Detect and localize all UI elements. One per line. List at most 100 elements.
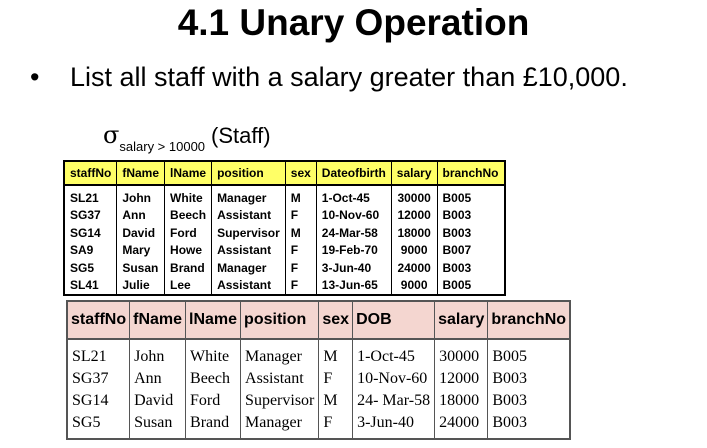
staff-table-cell: F (284, 259, 317, 277)
result-table-cell: 10-Nov-60 (352, 368, 435, 390)
result-table-cell: White (185, 339, 241, 368)
staff-table-header-row: staffNo fName lName position sex Dateofbirth s… (64, 161, 505, 186)
staff-table-row: SG14 David Ford Supervisor M 24-Mar-58 18000 B0… (64, 224, 505, 242)
staff-table-header-cell: position (211, 161, 286, 186)
result-table-cell: 30000 (434, 339, 488, 368)
result-table-cell: David (129, 390, 186, 412)
result-table-cell: B003 (487, 368, 571, 390)
selection-expression: σsalary > 10000 (Staff) (103, 121, 271, 154)
staff-table-cell: B005 (436, 276, 505, 295)
result-table-row: SG37 Ann Beech Assistant F 10-Nov-60 12000 B003 (67, 368, 571, 390)
staff-table-cell: SL21 (70, 190, 99, 205)
staff-table-cell: 24-Mar-58 (315, 224, 392, 242)
staff-table-cell: Assistant (211, 206, 286, 224)
staff-table-cell: 9000 (390, 276, 437, 295)
slide-title: 4.1 Unary Operation (177, 2, 530, 43)
result-table-cell: Manager (240, 412, 319, 439)
staff-table-row: SA9 Mary Howe Assistant F 19-Feb-70 9000 B007 (64, 241, 505, 259)
staff-table-header-cell: branchNo (436, 161, 505, 186)
result-table-cell: Supervisor (240, 390, 319, 412)
staff-table-header-cell: fName (116, 161, 165, 186)
staff-table-row: SG5 Susan Brand Manager F 3-Jun-40 24000 B003 (64, 259, 505, 277)
staff-table-cell: Beech (164, 206, 212, 224)
result-table-row: SG5 Susan Brand Manager F 3-Jun-40 24000 B003 (67, 412, 571, 439)
result-table-cell: Susan (129, 412, 186, 439)
staff-table-header-cell: staffNo (64, 161, 117, 186)
staff-table-cell: Ann (116, 206, 165, 224)
staff-table-cell: Susan (116, 259, 165, 277)
result-table-cell: 12000 (434, 368, 488, 390)
staff-table-cell: 12000 (390, 206, 437, 224)
result-table-cell: M (318, 390, 353, 412)
result-table-header-cell: DOB (352, 300, 436, 340)
bullet-point: • List all staff with a salary greater th… (30, 62, 628, 93)
staff-table-cell: 18000 (390, 224, 437, 242)
result-table-cell: B003 (487, 390, 571, 412)
result-table-header-cell: lName (185, 300, 242, 340)
result-table-cell: SG14 (72, 392, 109, 409)
staff-table-row: SL41 Julie Lee Assistant F 13-Jun-65 9000 B005 (64, 276, 505, 295)
staff-table-cell: SL41 (70, 278, 99, 293)
result-table-cell: F (318, 368, 353, 390)
result-table-cell: M (318, 339, 353, 368)
staff-table-cell: B005 (436, 185, 505, 207)
staff-table-header-cell: salary (390, 161, 437, 186)
staff-table-cell: 24000 (390, 259, 437, 277)
staff-table-cell: B003 (436, 259, 505, 277)
result-table-cell: 1-Oct-45 (352, 339, 435, 368)
result-table-cell: B005 (487, 339, 571, 368)
staff-table-cell: Ford (164, 224, 212, 242)
result-table-cell: SG37 (72, 370, 109, 387)
staff-table-cell: B007 (436, 241, 505, 259)
staff-table-cell: B003 (436, 206, 505, 224)
result-table-cell: Brand (185, 412, 241, 439)
sigma-symbol: σ (103, 121, 120, 149)
staff-table-cell: 30000 (390, 185, 437, 207)
staff-table-cell: M (284, 224, 317, 242)
bullet-text: List all staff with a salary greater tha… (70, 62, 628, 92)
staff-table-cell: Manager (211, 259, 286, 277)
staff-table-cell: 19-Feb-70 (315, 241, 392, 259)
relation-name: (Staff) (211, 123, 271, 148)
staff-table-cell: Manager (211, 185, 286, 207)
staff-table-cell: 10-Nov-60 (315, 206, 392, 224)
staff-table-cell: Lee (164, 276, 212, 295)
staff-table-cell: B003 (436, 224, 505, 242)
staff-table-cell: Julie (116, 276, 165, 295)
staff-table-cell: 9000 (390, 241, 437, 259)
staff-table-cell: SA9 (70, 243, 94, 258)
result-table-header-cell: fName (129, 300, 187, 340)
staff-table-cell: Howe (164, 241, 212, 259)
staff-table-cell: 13-Jun-65 (315, 276, 392, 295)
result-table-cell: Ford (185, 390, 241, 412)
staff-table-cell: Brand (164, 259, 212, 277)
staff-table-header-cell: Dateofbirth (315, 161, 392, 186)
staff-table-cell: 1-Oct-45 (315, 185, 392, 207)
staff-table-cell: John (116, 185, 165, 207)
result-table-header-cell: position (240, 300, 320, 340)
staff-table-cell: Assistant (211, 241, 286, 259)
result-table-cell: 18000 (434, 390, 488, 412)
result-table: staffNo fName lName position sex DOB salary bra… (66, 300, 572, 440)
result-table-cell: 3-Jun-40 (352, 412, 435, 439)
staff-table-cell: Mary (116, 241, 165, 259)
staff-table-cell: F (284, 276, 317, 295)
result-table-cell: 24000 (434, 412, 488, 439)
staff-table-cell: F (284, 241, 317, 259)
staff-table-cell: Supervisor (211, 224, 286, 242)
result-table-cell: 24- Mar-58 (352, 390, 435, 412)
staff-table-cell: M (284, 185, 317, 207)
result-table-header-cell: sex (318, 300, 354, 340)
result-table-header-cell: salary (434, 300, 489, 340)
staff-table-cell: SG5 (70, 260, 95, 275)
staff-table-cell: 3-Jun-40 (315, 259, 392, 277)
result-table-cell: Ann (129, 368, 186, 390)
result-table-cell: Assistant (240, 368, 319, 390)
result-table-header-row: staffNo fName lName position sex DOB salary bra… (66, 300, 571, 340)
result-table-header-cell: branchNo (487, 300, 571, 340)
staff-table-cell: David (116, 224, 165, 242)
result-table-cell: John (129, 339, 186, 368)
staff-table: staffNo fName lName position sex Dateofbirth s… (63, 160, 506, 296)
result-table-cell: Manager (240, 339, 319, 368)
staff-table-header-cell: sex (284, 161, 317, 186)
